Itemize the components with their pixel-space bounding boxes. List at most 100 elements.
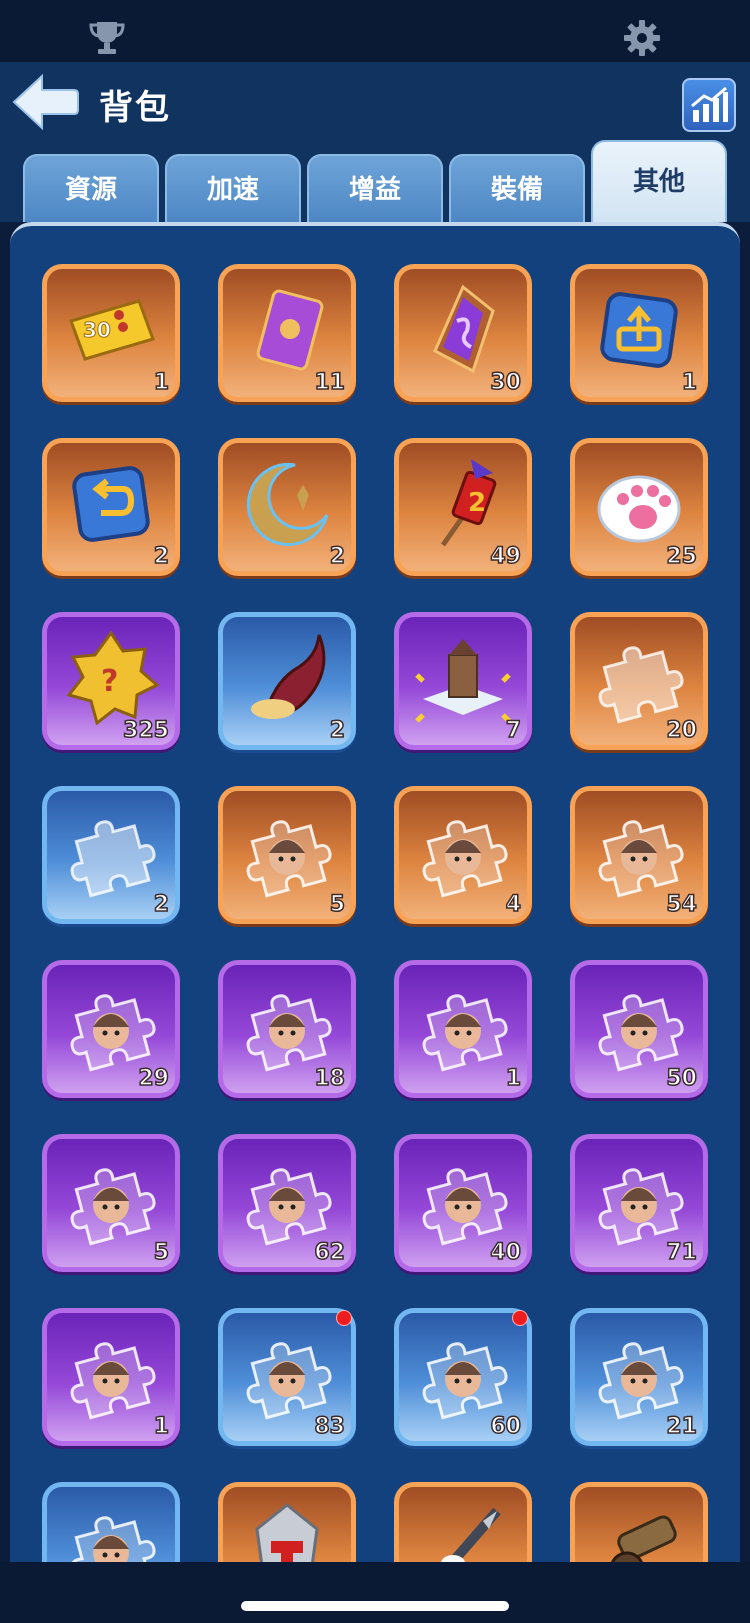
item-frame: 30 1	[47, 269, 175, 397]
inventory-item[interactable]: 18	[218, 960, 356, 1098]
inventory-item[interactable]	[570, 1482, 708, 1562]
item-count: 29	[138, 1065, 170, 1092]
hero-fragment-icon	[598, 1342, 684, 1420]
inventory-item[interactable]: 60	[394, 1308, 532, 1446]
tab-equipment[interactable]: 裝備	[449, 154, 585, 222]
inventory-item[interactable]: 5	[218, 786, 356, 924]
inventory-item[interactable]: 4	[394, 786, 532, 924]
item-count: 40	[490, 1239, 522, 1266]
inventory-item[interactable]: 50	[570, 960, 708, 1098]
tab-resources[interactable]: 資源	[23, 154, 159, 222]
cannon-icon	[610, 1515, 677, 1562]
inventory-panel: 30 1 11 30 1 2 2 2 49 25? 325 2 7 20 2 5 4 54 29 18 1 50 5 62 40…	[10, 222, 740, 1562]
item-count: 5	[153, 1239, 170, 1266]
inventory-item[interactable]	[394, 1482, 532, 1562]
item-count: 71	[666, 1239, 698, 1266]
inventory-item[interactable]	[218, 1482, 356, 1562]
home-indicator[interactable]	[241, 1601, 509, 1611]
svg-text:?: ?	[101, 664, 118, 699]
notification-dot	[512, 1310, 528, 1326]
inventory-item[interactable]: 71	[570, 1134, 708, 1272]
hero-fragment-icon	[70, 994, 156, 1072]
item-count: 2	[153, 891, 170, 918]
item-count: 1	[681, 369, 698, 396]
item-frame: 7	[399, 617, 527, 745]
inventory-item[interactable]: 30	[394, 264, 532, 402]
item-frame: ? 325	[47, 617, 175, 745]
inventory-item[interactable]: 20	[570, 612, 708, 750]
inventory-item[interactable]: 54	[570, 786, 708, 924]
hero-fragment-icon	[70, 1168, 156, 1246]
hero-fragment-icon	[246, 820, 332, 898]
item-count: 5	[329, 891, 346, 918]
item-count: 21	[666, 1413, 698, 1440]
item-count: 1	[153, 1413, 170, 1440]
inventory-item[interactable]: 7	[394, 612, 532, 750]
inventory-item[interactable]: 2	[42, 438, 180, 576]
item-count: 325	[122, 717, 169, 744]
hero-fragment-icon	[422, 1342, 508, 1420]
settings-gear-icon[interactable]	[622, 18, 662, 58]
item-frame: 20	[575, 617, 703, 745]
item-frame: 40	[399, 1139, 527, 1267]
inventory-item[interactable]: 2	[218, 438, 356, 576]
item-frame: 60	[399, 1313, 527, 1441]
tab-boosts[interactable]: 增益	[307, 154, 443, 222]
paw-icon	[597, 475, 681, 543]
inventory-item[interactable]: 83	[218, 1308, 356, 1446]
inventory-item[interactable]: 29	[42, 960, 180, 1098]
svg-text:30: 30	[83, 318, 111, 342]
puzzle-piece-icon	[70, 820, 156, 898]
item-frame: 11	[223, 269, 351, 397]
item-count: 20	[666, 717, 698, 744]
item-frame: 83	[223, 1313, 351, 1441]
30-ticket-icon: 30	[69, 299, 155, 361]
item-count: 4	[505, 891, 522, 918]
item-count: 1	[153, 369, 170, 396]
inventory-item[interactable]: 2	[218, 612, 356, 750]
back-arrow-icon[interactable]	[10, 72, 80, 132]
inventory-item[interactable]: ? 325	[42, 612, 180, 750]
card-icon	[256, 289, 324, 371]
item-frame: 71	[575, 1139, 703, 1267]
stats-button[interactable]	[682, 78, 736, 132]
item-frame	[399, 1487, 527, 1562]
item-count: 62	[314, 1239, 346, 1266]
crescent-moon-icon	[246, 462, 329, 546]
item-count: 18	[314, 1065, 346, 1092]
hero-fragment-icon	[598, 994, 684, 1072]
hero-fragment-icon	[70, 1342, 156, 1420]
item-frame: 4	[399, 791, 527, 919]
svg-text:2: 2	[468, 488, 486, 518]
inventory-item[interactable]: 25	[570, 438, 708, 576]
inventory-item[interactable]: 2	[42, 786, 180, 924]
item-frame	[47, 1487, 175, 1562]
inventory-item[interactable]: 62	[218, 1134, 356, 1272]
purple-crystal-icon	[433, 284, 495, 374]
inventory-item[interactable]: 11	[218, 264, 356, 402]
hammer-stone-icon	[255, 1503, 319, 1562]
inventory-item[interactable]: 40	[394, 1134, 532, 1272]
item-count: 49	[490, 543, 522, 570]
item-count: 50	[666, 1065, 698, 1092]
inventory-item[interactable]	[42, 1482, 180, 1562]
inventory-item[interactable]: 30 1	[42, 264, 180, 402]
item-count: 54	[666, 891, 698, 918]
tab-other[interactable]: 其他	[591, 140, 727, 222]
inventory-item[interactable]: 1	[570, 264, 708, 402]
item-frame: 29	[47, 965, 175, 1093]
page-title: 背包	[99, 88, 171, 128]
inventory-item[interactable]: 21	[570, 1308, 708, 1446]
trophy-icon[interactable]	[87, 18, 127, 58]
tab-speedups[interactable]: 加速	[165, 154, 301, 222]
hero-fragment-icon	[70, 1516, 156, 1562]
item-count: 83	[314, 1413, 346, 1440]
item-frame: 2 49	[399, 443, 527, 571]
inventory-item[interactable]: 5	[42, 1134, 180, 1272]
return-tile-icon	[72, 466, 150, 542]
inventory-item[interactable]: 1	[42, 1308, 180, 1446]
inventory-item[interactable]: 2 49	[394, 438, 532, 576]
hero-fragment-icon	[246, 1342, 332, 1420]
inventory-item[interactable]: 1	[394, 960, 532, 1098]
item-frame: 5	[223, 791, 351, 919]
